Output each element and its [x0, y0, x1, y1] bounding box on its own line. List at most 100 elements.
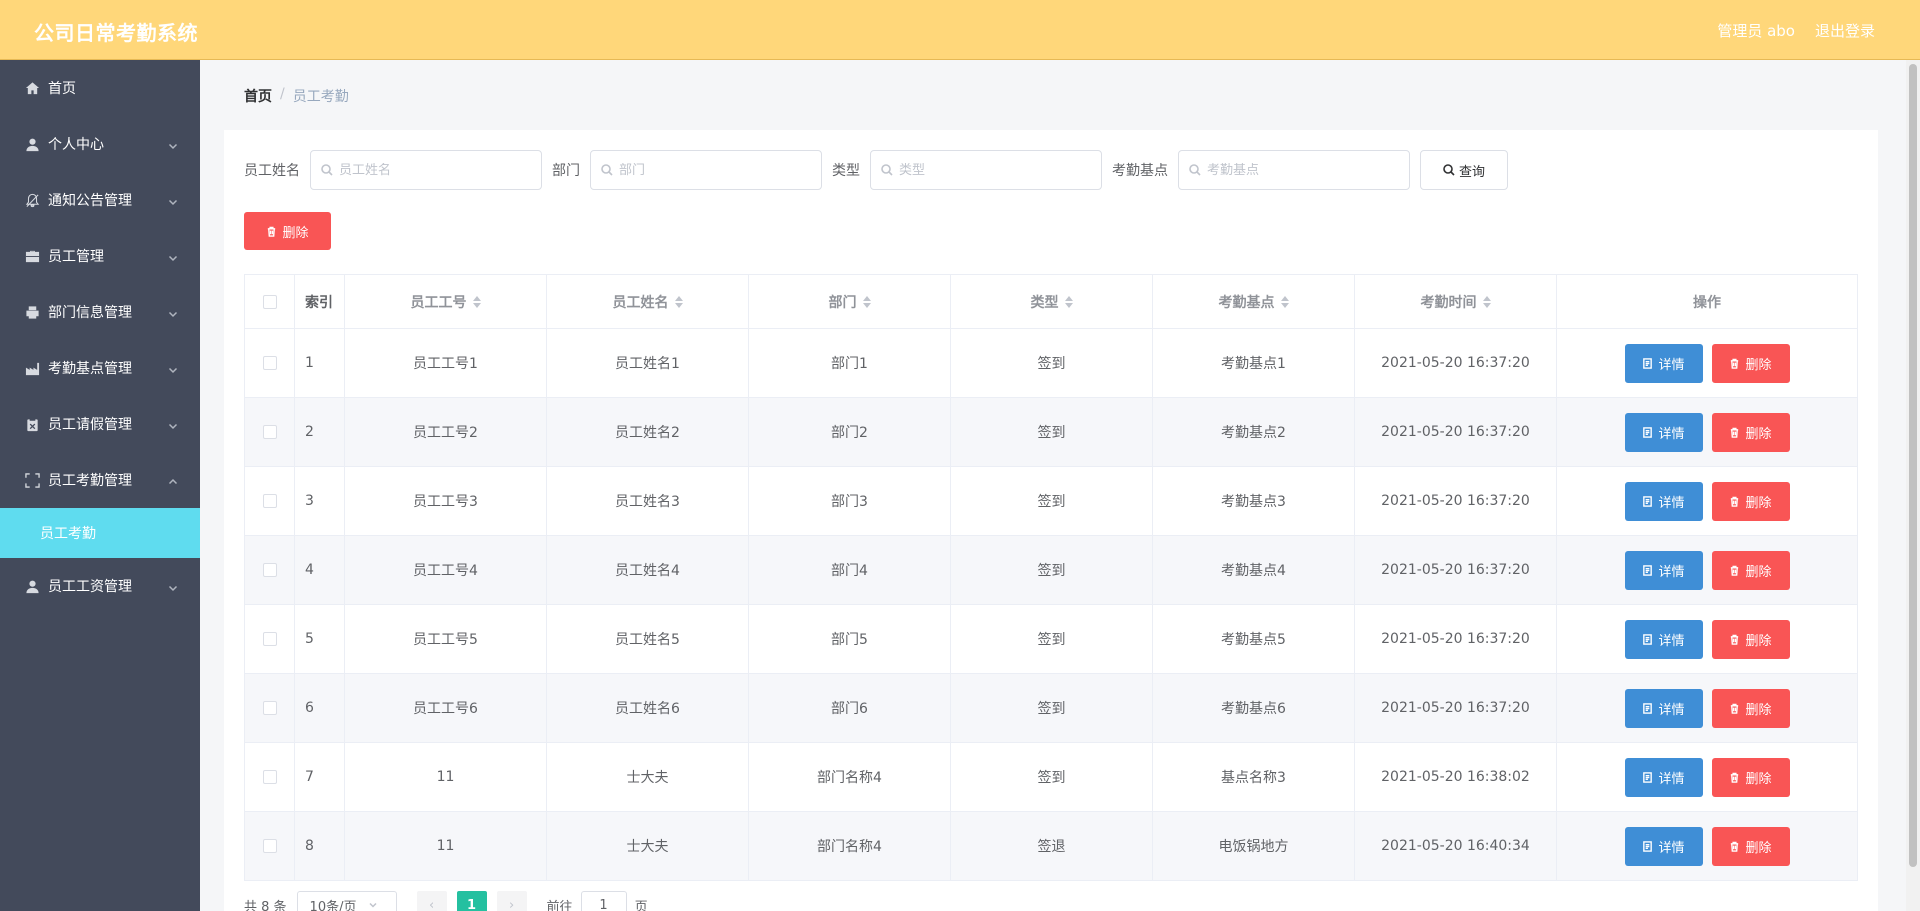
- bulk-delete-button[interactable]: 删除: [244, 212, 331, 250]
- cell-emp-name: 士大夫: [547, 743, 749, 811]
- header-emp-name[interactable]: 员工姓名: [547, 275, 749, 328]
- detail-button[interactable]: 详情: [1624, 343, 1703, 383]
- header-emp-no[interactable]: 员工工号: [345, 275, 547, 328]
- admin-user-label[interactable]: 管理员 abo: [1717, 20, 1795, 41]
- row-checkbox-cell: [245, 674, 295, 742]
- breadcrumb-home[interactable]: 首页: [244, 86, 272, 106]
- detail-button[interactable]: 详情: [1624, 619, 1703, 659]
- document-icon: [1643, 357, 1653, 369]
- scrollbar-thumb[interactable]: [1909, 64, 1917, 867]
- sort-icon[interactable]: [1482, 295, 1491, 308]
- search-icon: [321, 164, 333, 176]
- row-checkbox[interactable]: [262, 770, 277, 784]
- trash-icon: [1731, 565, 1739, 576]
- table-row: 8 11 士大夫 部门名称4 签退 电饭锅地方 2021-05-20 16:40:34 详情 删…: [245, 812, 1857, 881]
- detail-button[interactable]: 详情: [1624, 826, 1703, 866]
- cell-point: 基点名称3: [1153, 743, 1355, 811]
- sidebar-item-0[interactable]: 首页: [0, 60, 200, 116]
- document-icon: [1643, 840, 1653, 852]
- row-checkbox[interactable]: [262, 839, 277, 853]
- row-checkbox[interactable]: [262, 494, 277, 508]
- table-row: 4 员工工号4 员工姓名4 部门4 签到 考勤基点4 2021-05-20 16:37:20…: [245, 536, 1857, 605]
- select-all-checkbox[interactable]: [262, 294, 277, 309]
- type-search-input[interactable]: [899, 162, 1089, 178]
- delete-button[interactable]: 删除: [1711, 688, 1790, 728]
- page-size-select[interactable]: 10条/页: [296, 891, 397, 911]
- header-dept[interactable]: 部门: [749, 275, 951, 328]
- row-checkbox[interactable]: [262, 356, 277, 370]
- delete-button[interactable]: 删除: [1711, 550, 1790, 590]
- detail-button[interactable]: 详情: [1624, 481, 1703, 521]
- header-type[interactable]: 类型: [951, 275, 1153, 328]
- sort-icon[interactable]: [1280, 295, 1289, 308]
- sidebar-item-1[interactable]: 个人中心: [0, 116, 200, 172]
- delete-button[interactable]: 删除: [1711, 757, 1790, 797]
- search-icon: [1189, 164, 1201, 176]
- chevron-up-icon: [168, 475, 178, 485]
- sidebar-item-6[interactable]: 员工请假管理: [0, 396, 200, 452]
- delete-button[interactable]: 删除: [1711, 481, 1790, 521]
- detail-button[interactable]: 详情: [1624, 412, 1703, 452]
- page-number-button[interactable]: 1: [456, 891, 487, 911]
- name-search-field[interactable]: [310, 150, 542, 190]
- cell-emp-name: 员工姓名1: [547, 329, 749, 397]
- chevron-down-icon: [168, 581, 178, 592]
- document-icon: [1643, 702, 1653, 714]
- cell-dept: 部门6: [749, 674, 951, 742]
- header-ops: 操作: [1693, 294, 1721, 311]
- cell-type: 签退: [951, 812, 1153, 880]
- sidebar-item-3[interactable]: 员工管理: [0, 228, 200, 284]
- sidebar-item-label: 通知公告管理: [48, 193, 132, 209]
- prev-page-button[interactable]: ‹: [416, 891, 447, 911]
- cell-emp-name: 员工姓名6: [547, 674, 749, 742]
- cell-emp-name: 员工姓名5: [547, 605, 749, 673]
- row-checkbox[interactable]: [262, 632, 277, 646]
- cell-ops: 详情 删除: [1557, 605, 1857, 673]
- delete-button[interactable]: 删除: [1711, 343, 1790, 383]
- detail-button[interactable]: 详情: [1624, 757, 1703, 797]
- logout-link[interactable]: 退出登录: [1815, 20, 1875, 41]
- cell-type: 签到: [951, 743, 1153, 811]
- header-time[interactable]: 考勤时间: [1355, 275, 1557, 328]
- type-search-field[interactable]: [870, 150, 1102, 190]
- detail-button[interactable]: 详情: [1624, 688, 1703, 728]
- cell-time: 2021-05-20 16:38:02: [1355, 743, 1557, 811]
- trash-icon: [1731, 496, 1739, 507]
- chevron-left-icon: ‹: [428, 897, 435, 911]
- sidebar-item-2[interactable]: 通知公告管理: [0, 172, 200, 228]
- delete-button[interactable]: 删除: [1711, 619, 1790, 659]
- chevron-down-icon: [168, 363, 178, 374]
- query-button[interactable]: 查询: [1420, 150, 1508, 190]
- goto-page-input[interactable]: 1: [580, 891, 627, 911]
- cell-emp-no: 11: [345, 743, 547, 811]
- delete-button[interactable]: 删除: [1711, 412, 1790, 452]
- delete-button[interactable]: 删除: [1711, 826, 1790, 866]
- row-checkbox[interactable]: [262, 701, 277, 715]
- sidebar-item-5[interactable]: 考勤基点管理: [0, 340, 200, 396]
- document-icon: [1643, 495, 1653, 507]
- dept-search-input[interactable]: [619, 162, 809, 178]
- goto-suffix: 页: [634, 899, 648, 911]
- sidebar-subitem-attendance[interactable]: 员工考勤: [0, 508, 200, 558]
- sort-icon[interactable]: [862, 295, 871, 308]
- sort-icon[interactable]: [472, 295, 481, 308]
- row-checkbox[interactable]: [262, 425, 277, 439]
- next-page-button[interactable]: ›: [496, 891, 527, 911]
- name-search-input[interactable]: [339, 162, 529, 178]
- header-point[interactable]: 考勤基点: [1153, 275, 1355, 328]
- pagination: 共 8 条 10条/页 ‹ 1 › 前往 1 页: [244, 891, 648, 911]
- sort-icon[interactable]: [674, 295, 683, 308]
- sort-icon[interactable]: [1064, 295, 1073, 308]
- vertical-scrollbar[interactable]: [1906, 60, 1920, 911]
- search-icon: [881, 164, 893, 176]
- cell-point: 考勤基点1: [1153, 329, 1355, 397]
- sidebar-item-8[interactable]: 员工工资管理: [0, 558, 200, 614]
- sidebar-item-7[interactable]: 员工考勤管理: [0, 452, 200, 508]
- point-search-input[interactable]: [1207, 162, 1397, 178]
- row-checkbox[interactable]: [262, 563, 277, 577]
- document-icon: [1643, 426, 1653, 438]
- sidebar-item-4[interactable]: 部门信息管理: [0, 284, 200, 340]
- detail-button[interactable]: 详情: [1624, 550, 1703, 590]
- dept-search-field[interactable]: [590, 150, 822, 190]
- point-search-field[interactable]: [1178, 150, 1410, 190]
